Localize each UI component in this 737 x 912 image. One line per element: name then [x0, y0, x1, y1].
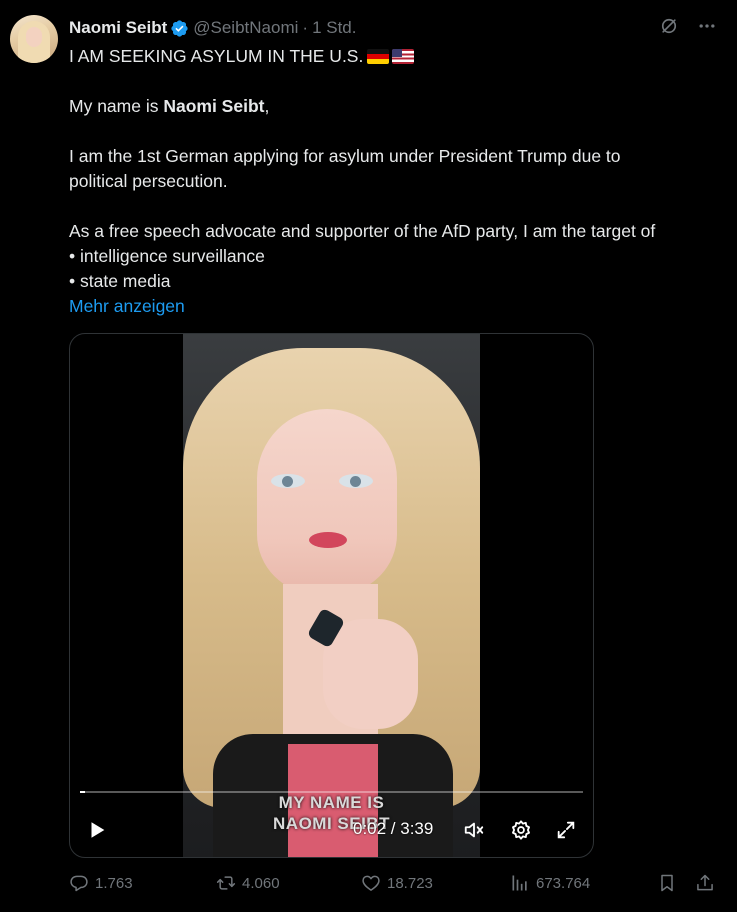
- tweet-text: I AM SEEKING ASYLUM IN THE U.S. My name …: [69, 44, 729, 319]
- separator-dot: ·: [302, 18, 309, 37]
- author-handle[interactable]: @SeibtNaomi: [193, 18, 298, 38]
- fullscreen-icon: [557, 821, 575, 839]
- muted-speaker-icon: [464, 822, 484, 838]
- reply-button[interactable]: 1.763: [69, 873, 133, 893]
- share-icon: [697, 874, 713, 891]
- tweet-line: political persecution.: [69, 171, 228, 191]
- tweet-actions: 1.763 4.060 18.723 673.764: [69, 873, 719, 897]
- verified-badge-icon[interactable]: [170, 19, 189, 38]
- tweet-bullet: • intelligence surveillance: [69, 246, 265, 266]
- reply-count: 1.763: [95, 874, 133, 892]
- mute-button[interactable]: [463, 818, 485, 842]
- tweet-text-span: My name is: [69, 96, 164, 116]
- top-right-icons: [659, 16, 717, 36]
- settings-button[interactable]: [510, 818, 532, 842]
- more-options-icon[interactable]: [697, 16, 717, 36]
- bookmark-icon: [661, 874, 673, 892]
- like-count: 18.723: [387, 874, 433, 892]
- usa-flag-icon: [392, 49, 415, 64]
- video-player[interactable]: MY NAME IS NAOMI SEIBT 0:02 / 3:39: [69, 333, 594, 858]
- author-name[interactable]: Naomi Seibt: [69, 18, 167, 38]
- tweet: Naomi Seibt @SeibtNaomi · 1 Std. I AM SE…: [0, 0, 737, 912]
- play-button[interactable]: [86, 818, 108, 842]
- tweet-bold-name: Naomi Seibt: [163, 96, 265, 116]
- timestamp[interactable]: 1 Std.: [312, 18, 356, 38]
- views-button[interactable]: 673.764: [510, 873, 590, 893]
- tweet-headline: I AM SEEKING ASYLUM IN THE U.S.: [69, 46, 364, 66]
- tweet-line: I AM SEEKING ASYLUM IN THE U.S.: [69, 44, 729, 69]
- analytics-icon: [512, 875, 527, 891]
- view-count: 673.764: [536, 874, 591, 892]
- avatar[interactable]: [10, 15, 58, 63]
- tweet-bullet: • state media: [69, 271, 171, 291]
- repost-count: 4.060: [242, 874, 280, 892]
- video-time: 0:02 / 3:39: [353, 819, 434, 838]
- gear-icon: [512, 820, 530, 840]
- repost-button[interactable]: 4.060: [216, 873, 280, 893]
- heart-icon: [362, 875, 380, 891]
- bookmark-button[interactable]: [657, 873, 677, 893]
- video-frame[interactable]: [183, 334, 480, 857]
- like-button[interactable]: 18.723: [361, 873, 433, 893]
- flags: [367, 49, 415, 64]
- tweet-line: I am the 1st German applying for asylum …: [69, 146, 621, 166]
- play-icon: [91, 822, 105, 838]
- tweet-line: My name is Naomi Seibt,: [69, 94, 729, 119]
- grok-icon[interactable]: [659, 16, 679, 36]
- show-more-link[interactable]: Mehr anzeigen: [69, 294, 729, 319]
- share-button[interactable]: [695, 873, 715, 893]
- tweet-header: Naomi Seibt @SeibtNaomi · 1 Std.: [69, 17, 356, 39]
- germany-flag-icon: [367, 49, 390, 64]
- reply-icon: [70, 875, 88, 892]
- tweet-line: As a free speech advocate and supporter …: [69, 221, 656, 241]
- repost-icon: [216, 876, 236, 890]
- fullscreen-button[interactable]: [555, 818, 577, 842]
- video-caption: MY NAME IS: [278, 793, 385, 812]
- tweet-text-span: ,: [264, 96, 270, 116]
